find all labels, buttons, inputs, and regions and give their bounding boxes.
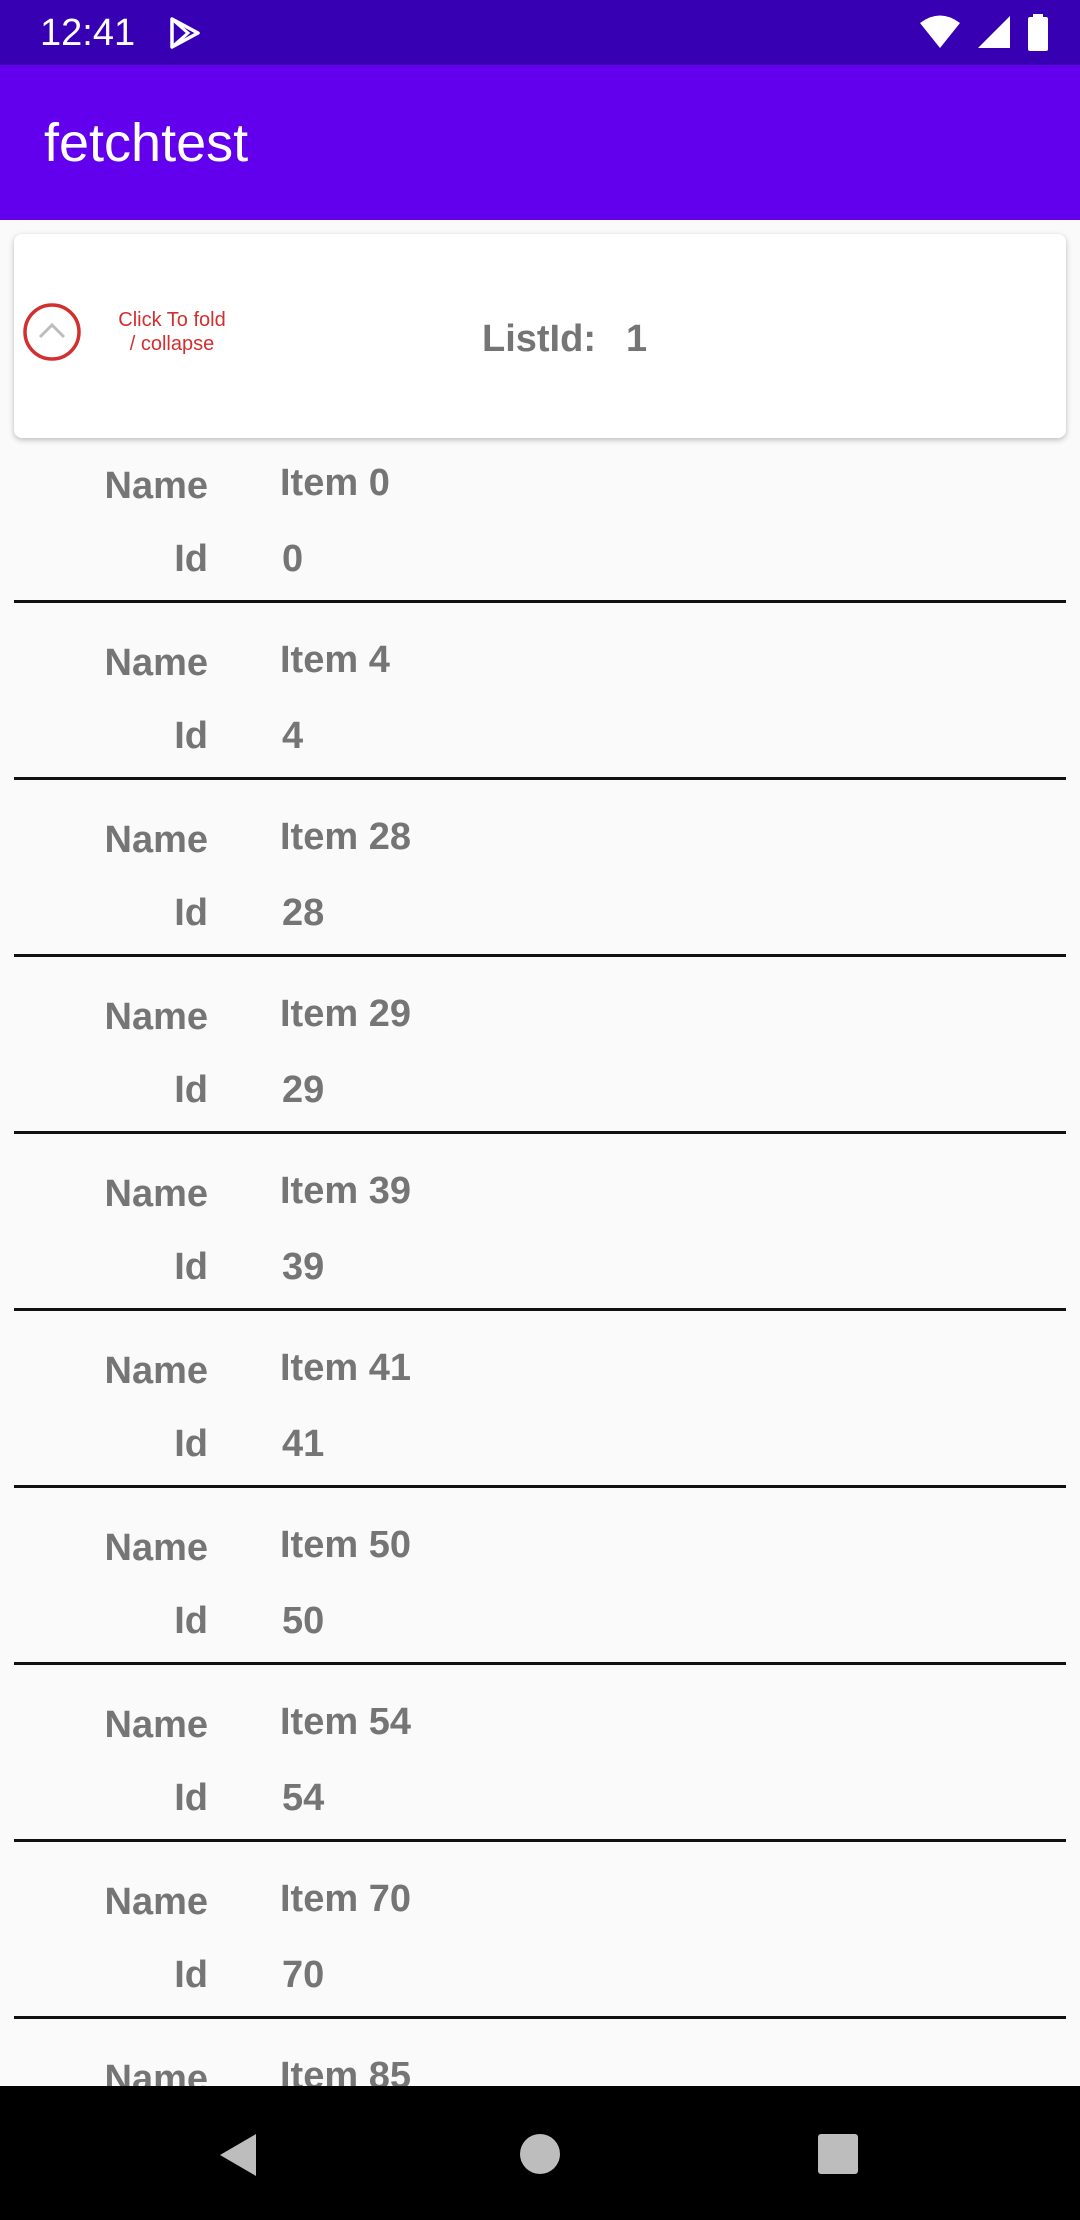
name-label: Name <box>104 2058 209 2086</box>
list-item: Name Item 28 Id 28 <box>0 794 1080 971</box>
list-item: Name Item 50 Id 50 <box>0 1502 1080 1679</box>
status-time: 12:41 <box>40 12 136 54</box>
name-value: Item 29 <box>280 993 411 1035</box>
list-item: Name Item 4 Id 4 <box>0 617 1080 794</box>
status-bar: 12:41 <box>0 0 1080 65</box>
name-value: Item 4 <box>280 639 390 681</box>
play-store-icon <box>168 16 202 55</box>
id-label: Id <box>174 1600 208 1642</box>
id-label: Id <box>174 1954 208 1996</box>
navigation-bar <box>0 2086 1080 2220</box>
id-value: 28 <box>282 892 325 934</box>
list-item: Name Item 41 Id 41 <box>0 1325 1080 1502</box>
name-label: Name <box>104 1173 209 1215</box>
app-bar: fetchtest <box>0 65 1080 220</box>
name-label: Name <box>104 1350 209 1392</box>
id-value: 50 <box>282 1600 325 1642</box>
name-label: Name <box>104 1881 209 1923</box>
list-id-label: ListId: <box>482 318 596 360</box>
id-value: 29 <box>282 1069 325 1111</box>
id-value: 41 <box>282 1423 325 1465</box>
recents-icon[interactable] <box>818 2134 858 2179</box>
name-label: Name <box>104 642 209 684</box>
wifi-icon <box>920 15 961 48</box>
signal-icon <box>977 16 1010 48</box>
back-icon[interactable] <box>218 2132 258 2183</box>
name-label: Name <box>104 996 209 1038</box>
id-label: Id <box>174 715 208 757</box>
id-value: 54 <box>282 1777 325 1819</box>
divider <box>14 777 1066 780</box>
id-label: Id <box>174 1777 208 1819</box>
name-value: Item 41 <box>280 1347 411 1389</box>
list-item: Name Item 29 Id 29 <box>0 971 1080 1148</box>
id-value: 70 <box>282 1954 325 1996</box>
name-value: Item 28 <box>280 816 411 858</box>
list-item: Name Item 54 Id 54 <box>0 1679 1080 1856</box>
divider <box>14 2016 1066 2019</box>
name-value: Item 0 <box>280 462 390 504</box>
id-value: 0 <box>282 538 304 580</box>
name-label: Name <box>104 819 209 861</box>
chevron-up-circle-icon[interactable] <box>22 302 82 362</box>
name-value: Item 39 <box>280 1170 411 1212</box>
id-label: Id <box>174 1246 208 1288</box>
name-value: Item 70 <box>280 1878 411 1920</box>
fold-collapse-hint[interactable]: Click To fold / collapse <box>112 308 232 356</box>
list-item: Name Item 39 Id 39 <box>0 1148 1080 1325</box>
id-label: Id <box>174 1423 208 1465</box>
list-item: Name Item 85 Id <box>0 2033 1080 2086</box>
name-label: Name <box>104 1704 209 1746</box>
battery-icon <box>1028 14 1048 51</box>
id-label: Id <box>174 538 208 580</box>
id-label: Id <box>174 892 208 934</box>
divider <box>14 954 1066 957</box>
divider <box>14 1662 1066 1665</box>
id-value: 39 <box>282 1246 325 1288</box>
name-label: Name <box>104 1527 209 1569</box>
name-value: Item 85 <box>280 2055 411 2086</box>
name-value: Item 50 <box>280 1524 411 1566</box>
divider <box>14 600 1066 603</box>
divider <box>14 1485 1066 1488</box>
fold-hint-line2: / collapse <box>129 333 215 355</box>
list-item: Name Item 70 Id 70 <box>0 1856 1080 2033</box>
id-value: 4 <box>282 715 304 757</box>
list-item: Name Item 0 Id 0 <box>0 440 1080 617</box>
app-title: fetchtest <box>44 113 249 173</box>
fold-hint-line1: Click To fold <box>118 309 226 331</box>
id-label: Id <box>174 1069 208 1111</box>
name-value: Item 54 <box>280 1701 411 1743</box>
divider <box>14 1839 1066 1842</box>
status-icons <box>909 14 1050 52</box>
item-list[interactable]: Name Item 0 Id 0 Name Item 4 Id 4 Name I… <box>0 440 1080 2086</box>
list-id-value: 1 <box>626 318 648 360</box>
divider <box>14 1308 1066 1311</box>
name-label: Name <box>104 465 209 507</box>
home-icon[interactable] <box>520 2134 560 2179</box>
divider <box>14 1131 1066 1134</box>
